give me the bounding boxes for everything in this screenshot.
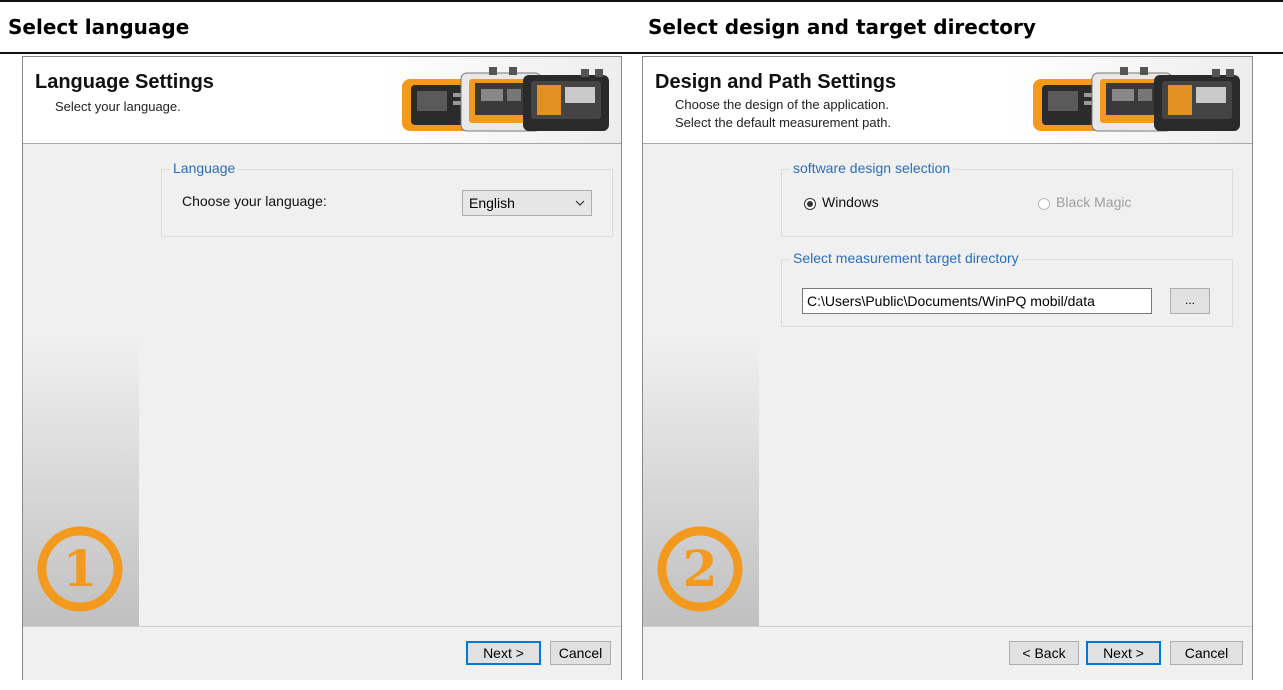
language-value: English [469,195,515,211]
step-one-icon: 1 [37,526,123,612]
language-group: Language Choose your language: English [161,160,613,237]
wizard-sidebar: 2 [643,144,759,626]
windows-radio-label[interactable]: Windows [822,194,879,210]
wizard-content: Language Choose your language: English [139,144,621,626]
devices-image [1033,67,1240,132]
svg-text:2: 2 [683,539,718,598]
design-group: software design selection Windows Black … [781,160,1233,237]
language-dropdown[interactable]: English [462,190,592,216]
browse-button[interactable]: ... [1170,288,1210,314]
window-subtitle-line1: Choose the design of the application. [675,97,889,112]
window-subtitle: Select your language. [55,99,181,114]
window-header: Design and Path Settings Choose the desi… [643,57,1252,144]
next-button[interactable]: Next > [466,641,541,665]
choose-language-label: Choose your language: [182,193,327,209]
black-magic-radio-label[interactable]: Black Magic [1056,194,1131,210]
cancel-button[interactable]: Cancel [550,641,611,665]
design-path-settings-window: Design and Path Settings Choose the desi… [642,56,1253,680]
cancel-button[interactable]: Cancel [1170,641,1243,665]
window-subtitle-line2: Select the default measurement path. [675,115,892,130]
heading-rule [0,52,1283,54]
directory-group-label: Select measurement target directory [790,250,1022,266]
wizard-footer: < Back Next > Cancel [643,626,1252,680]
windows-radio[interactable] [804,198,816,210]
directory-path-input[interactable]: C:\Users\Public\Documents/WinPQ mobil/da… [802,288,1152,314]
window-title: Design and Path Settings [655,71,897,93]
step-two-icon: 2 [657,526,743,612]
next-button[interactable]: Next > [1086,641,1161,665]
language-settings-window: Language Settings Select your language. [22,56,622,680]
top-rule [0,0,1283,2]
chevron-down-icon [575,200,585,206]
left-heading: Select language [8,15,190,39]
language-group-label: Language [170,160,239,176]
right-heading: Select design and target directory [648,15,1036,39]
window-title: Language Settings [35,71,214,93]
directory-group: Select measurement target directory C:\U… [781,250,1233,327]
wizard-content: software design selection Windows Black … [759,144,1252,626]
back-button[interactable]: < Back [1009,641,1079,665]
black-magic-radio[interactable] [1038,198,1050,210]
devices-image [402,67,609,132]
wizard-footer: Next > Cancel [23,626,621,680]
window-header: Language Settings Select your language. [23,57,621,144]
wizard-sidebar: 1 [23,144,139,626]
svg-text:1: 1 [63,539,98,598]
radio-dot [807,201,813,207]
design-group-label: software design selection [790,160,954,176]
